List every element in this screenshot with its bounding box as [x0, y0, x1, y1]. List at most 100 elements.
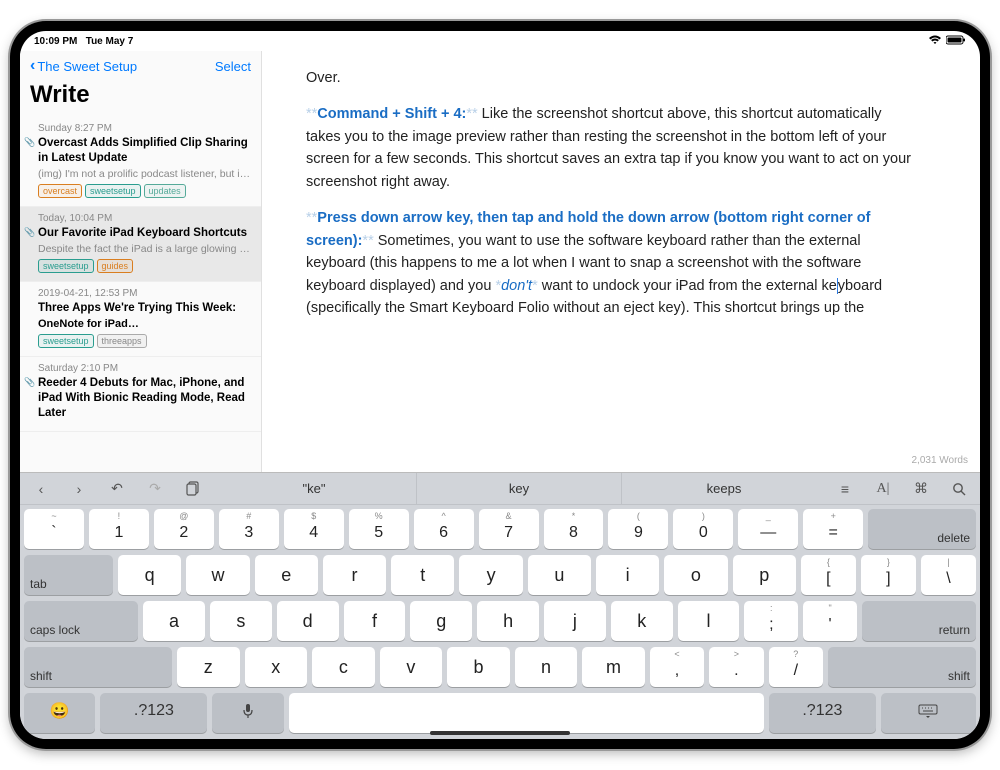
key-u[interactable]: u — [528, 555, 591, 595]
key-3[interactable]: #3 — [219, 509, 279, 549]
key-8[interactable]: *8 — [544, 509, 604, 549]
key-o[interactable]: o — [664, 555, 727, 595]
key-return[interactable]: return — [862, 601, 976, 641]
key-r[interactable]: r — [323, 555, 386, 595]
key-space[interactable] — [289, 693, 764, 733]
key-emoji[interactable]: 😀 — [24, 693, 95, 733]
key-5[interactable]: %5 — [349, 509, 409, 549]
keyboard: ‹ › ↶ ↷ "ke" key keeps ≡ A| ⌘ — [20, 472, 980, 739]
tag[interactable]: sweetsetup — [38, 334, 94, 348]
attachment-icon: 📎 — [24, 227, 35, 238]
key-i[interactable]: i — [596, 555, 659, 595]
suggestions-bar: "ke" key keeps — [212, 473, 826, 505]
key-capslock[interactable]: caps lock — [24, 601, 138, 641]
redo-button[interactable]: ↷ — [136, 473, 174, 505]
key-z[interactable]: z — [177, 647, 240, 687]
key-[interactable]: ?/ — [769, 647, 823, 687]
key-2[interactable]: @2 — [154, 509, 214, 549]
key-delete[interactable]: delete — [868, 509, 976, 549]
key-mic[interactable] — [212, 693, 283, 733]
suggestion[interactable]: key — [416, 473, 621, 505]
key-123[interactable]: .?123 — [100, 693, 207, 733]
tag[interactable]: threeapps — [97, 334, 147, 348]
note-item[interactable]: 📎Today, 10:04 PMOur Favorite iPad Keyboa… — [20, 207, 261, 282]
key-6[interactable]: ^6 — [414, 509, 474, 549]
key-[interactable]: }] — [861, 555, 916, 595]
key-shift[interactable]: shift — [828, 647, 976, 687]
note-item[interactable]: 📎Sunday 8:27 PMOvercast Adds Simplified … — [20, 117, 261, 207]
list-icon[interactable]: ≡ — [826, 473, 864, 505]
key-1[interactable]: !1 — [89, 509, 149, 549]
key-9[interactable]: (9 — [608, 509, 668, 549]
key-f[interactable]: f — [344, 601, 406, 641]
nav-back-button[interactable]: ‹ — [22, 473, 60, 505]
editor-paragraph: **Command + Shift + 4:** Like the screen… — [306, 103, 920, 193]
key-h[interactable]: h — [477, 601, 539, 641]
clipboard-button[interactable] — [174, 473, 212, 505]
keyboard-toolbar: ‹ › ↶ ↷ "ke" key keeps ≡ A| ⌘ — [20, 473, 980, 505]
markdown-stars: ** — [362, 233, 373, 249]
key-0[interactable]: )0 — [673, 509, 733, 549]
key-[interactable]: {[ — [801, 555, 856, 595]
key-hide-keyboard[interactable] — [881, 693, 976, 733]
key-s[interactable]: s — [210, 601, 272, 641]
key-t[interactable]: t — [391, 555, 454, 595]
app-body: ‹ The Sweet Setup Select Write 📎Sunday 8… — [20, 51, 980, 472]
nav-forward-button[interactable]: › — [60, 473, 98, 505]
tag[interactable]: guides — [97, 259, 134, 273]
note-tags: sweetsetupthreeapps — [38, 334, 251, 348]
key-[interactable]: "' — [803, 601, 857, 641]
tag[interactable]: sweetsetup — [85, 184, 141, 198]
key-g[interactable]: g — [410, 601, 472, 641]
key-b[interactable]: b — [447, 647, 510, 687]
status-date: Tue May 7 — [86, 36, 134, 47]
key-l[interactable]: l — [678, 601, 740, 641]
key-p[interactable]: p — [733, 555, 796, 595]
key-k[interactable]: k — [611, 601, 673, 641]
note-list[interactable]: 📎Sunday 8:27 PMOvercast Adds Simplified … — [20, 117, 261, 472]
select-button[interactable]: Select — [215, 59, 251, 74]
key-v[interactable]: v — [380, 647, 443, 687]
key-e[interactable]: e — [255, 555, 318, 595]
key-d[interactable]: d — [277, 601, 339, 641]
sidebar-header: ‹ The Sweet Setup Select Write — [20, 51, 261, 117]
key-a[interactable]: a — [143, 601, 205, 641]
tag[interactable]: overcast — [38, 184, 82, 198]
key-n[interactable]: n — [515, 647, 578, 687]
tag[interactable]: updates — [144, 184, 186, 198]
key-[interactable]: :; — [744, 601, 798, 641]
editor-pane[interactable]: Over. **Command + Shift + 4:** Like the … — [262, 51, 980, 472]
key-[interactable]: += — [803, 509, 863, 549]
font-button[interactable]: A| — [864, 473, 902, 505]
key-w[interactable]: w — [186, 555, 249, 595]
key-[interactable]: <, — [650, 647, 704, 687]
home-indicator[interactable] — [430, 731, 570, 735]
key-[interactable]: |\ — [921, 555, 976, 595]
note-item[interactable]: 2019-04-21, 12:53 PMThree Apps We're Try… — [20, 282, 261, 357]
key-q[interactable]: q — [118, 555, 181, 595]
key-123[interactable]: .?123 — [769, 693, 876, 733]
note-title: Three Apps We're Trying This Week: — [38, 301, 251, 316]
note-item[interactable]: 📎Saturday 2:10 PMReeder 4 Debuts for Mac… — [20, 357, 261, 432]
key-7[interactable]: &7 — [479, 509, 539, 549]
suggestion[interactable]: "ke" — [212, 473, 416, 505]
key-shift[interactable]: shift — [24, 647, 172, 687]
note-preview: (img) I'm not a prolific podcast listene… — [38, 168, 251, 180]
suggestion[interactable]: keeps — [621, 473, 826, 505]
tag[interactable]: sweetsetup — [38, 259, 94, 273]
key-m[interactable]: m — [582, 647, 645, 687]
key-x[interactable]: x — [245, 647, 308, 687]
key-4[interactable]: $4 — [284, 509, 344, 549]
key-[interactable]: ~` — [24, 509, 84, 549]
screen: 10:09 PM Tue May 7 ‹ The — [20, 31, 980, 739]
key-[interactable]: _— — [738, 509, 798, 549]
key-tab[interactable]: tab — [24, 555, 113, 595]
undo-button[interactable]: ↶ — [98, 473, 136, 505]
key-c[interactable]: c — [312, 647, 375, 687]
command-icon[interactable]: ⌘ — [902, 473, 940, 505]
back-button[interactable]: ‹ The Sweet Setup — [30, 57, 137, 75]
key-y[interactable]: y — [459, 555, 522, 595]
key-[interactable]: >. — [709, 647, 763, 687]
key-j[interactable]: j — [544, 601, 606, 641]
search-icon[interactable] — [940, 473, 978, 505]
